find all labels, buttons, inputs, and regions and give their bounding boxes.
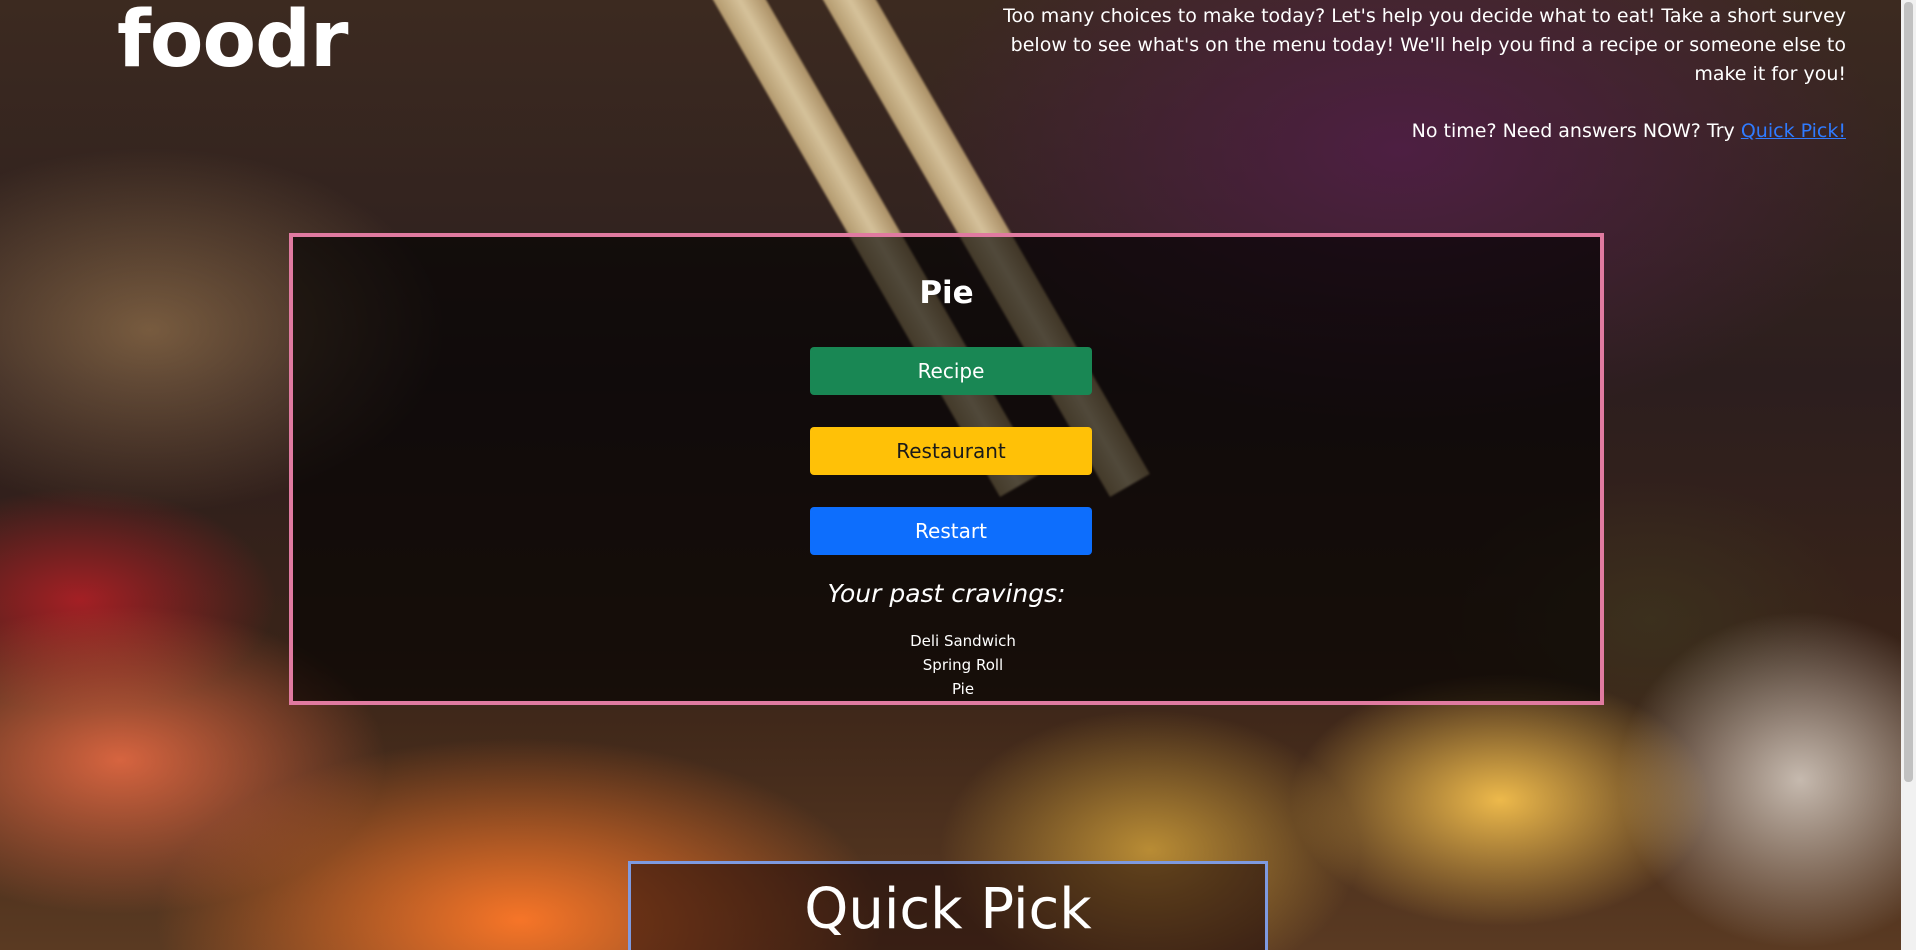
logo: foodr	[117, 0, 348, 85]
quick-pick-prompt: No time? Need answers NOW? Try Quick Pic…	[986, 117, 1846, 146]
scrollbar[interactable]	[1901, 0, 1916, 950]
past-craving-item: Deli Sandwich	[910, 632, 1016, 650]
quick-pick-title: Quick Pick	[804, 877, 1092, 942]
page-background: foodr Too many choices to make today? Le…	[0, 0, 1916, 950]
result-title: Pie	[919, 275, 974, 311]
survey-card: Pie Recipe Restaurant Restart Your past …	[289, 233, 1604, 705]
past-craving-item: Pie	[951, 680, 975, 698]
quick-pick-prefix: No time? Need answers NOW? Try	[1411, 120, 1741, 142]
intro-text-block: Too many choices to make today? Let's he…	[986, 2, 1846, 146]
quick-pick-card: Quick Pick	[628, 861, 1268, 950]
recipe-button[interactable]: Recipe	[810, 347, 1092, 395]
scrollbar-thumb[interactable]	[1904, 2, 1913, 782]
past-cravings-heading: Your past cravings:	[827, 579, 1066, 608]
intro-description: Too many choices to make today? Let's he…	[1003, 5, 1846, 85]
quick-pick-link[interactable]: Quick Pick!	[1741, 120, 1846, 142]
restaurant-button[interactable]: Restaurant	[810, 427, 1092, 475]
restart-button[interactable]: Restart	[810, 507, 1092, 555]
past-craving-item: Spring Roll	[922, 656, 1004, 674]
past-cravings-list: Deli Sandwich Spring Roll Pie	[833, 629, 1093, 701]
